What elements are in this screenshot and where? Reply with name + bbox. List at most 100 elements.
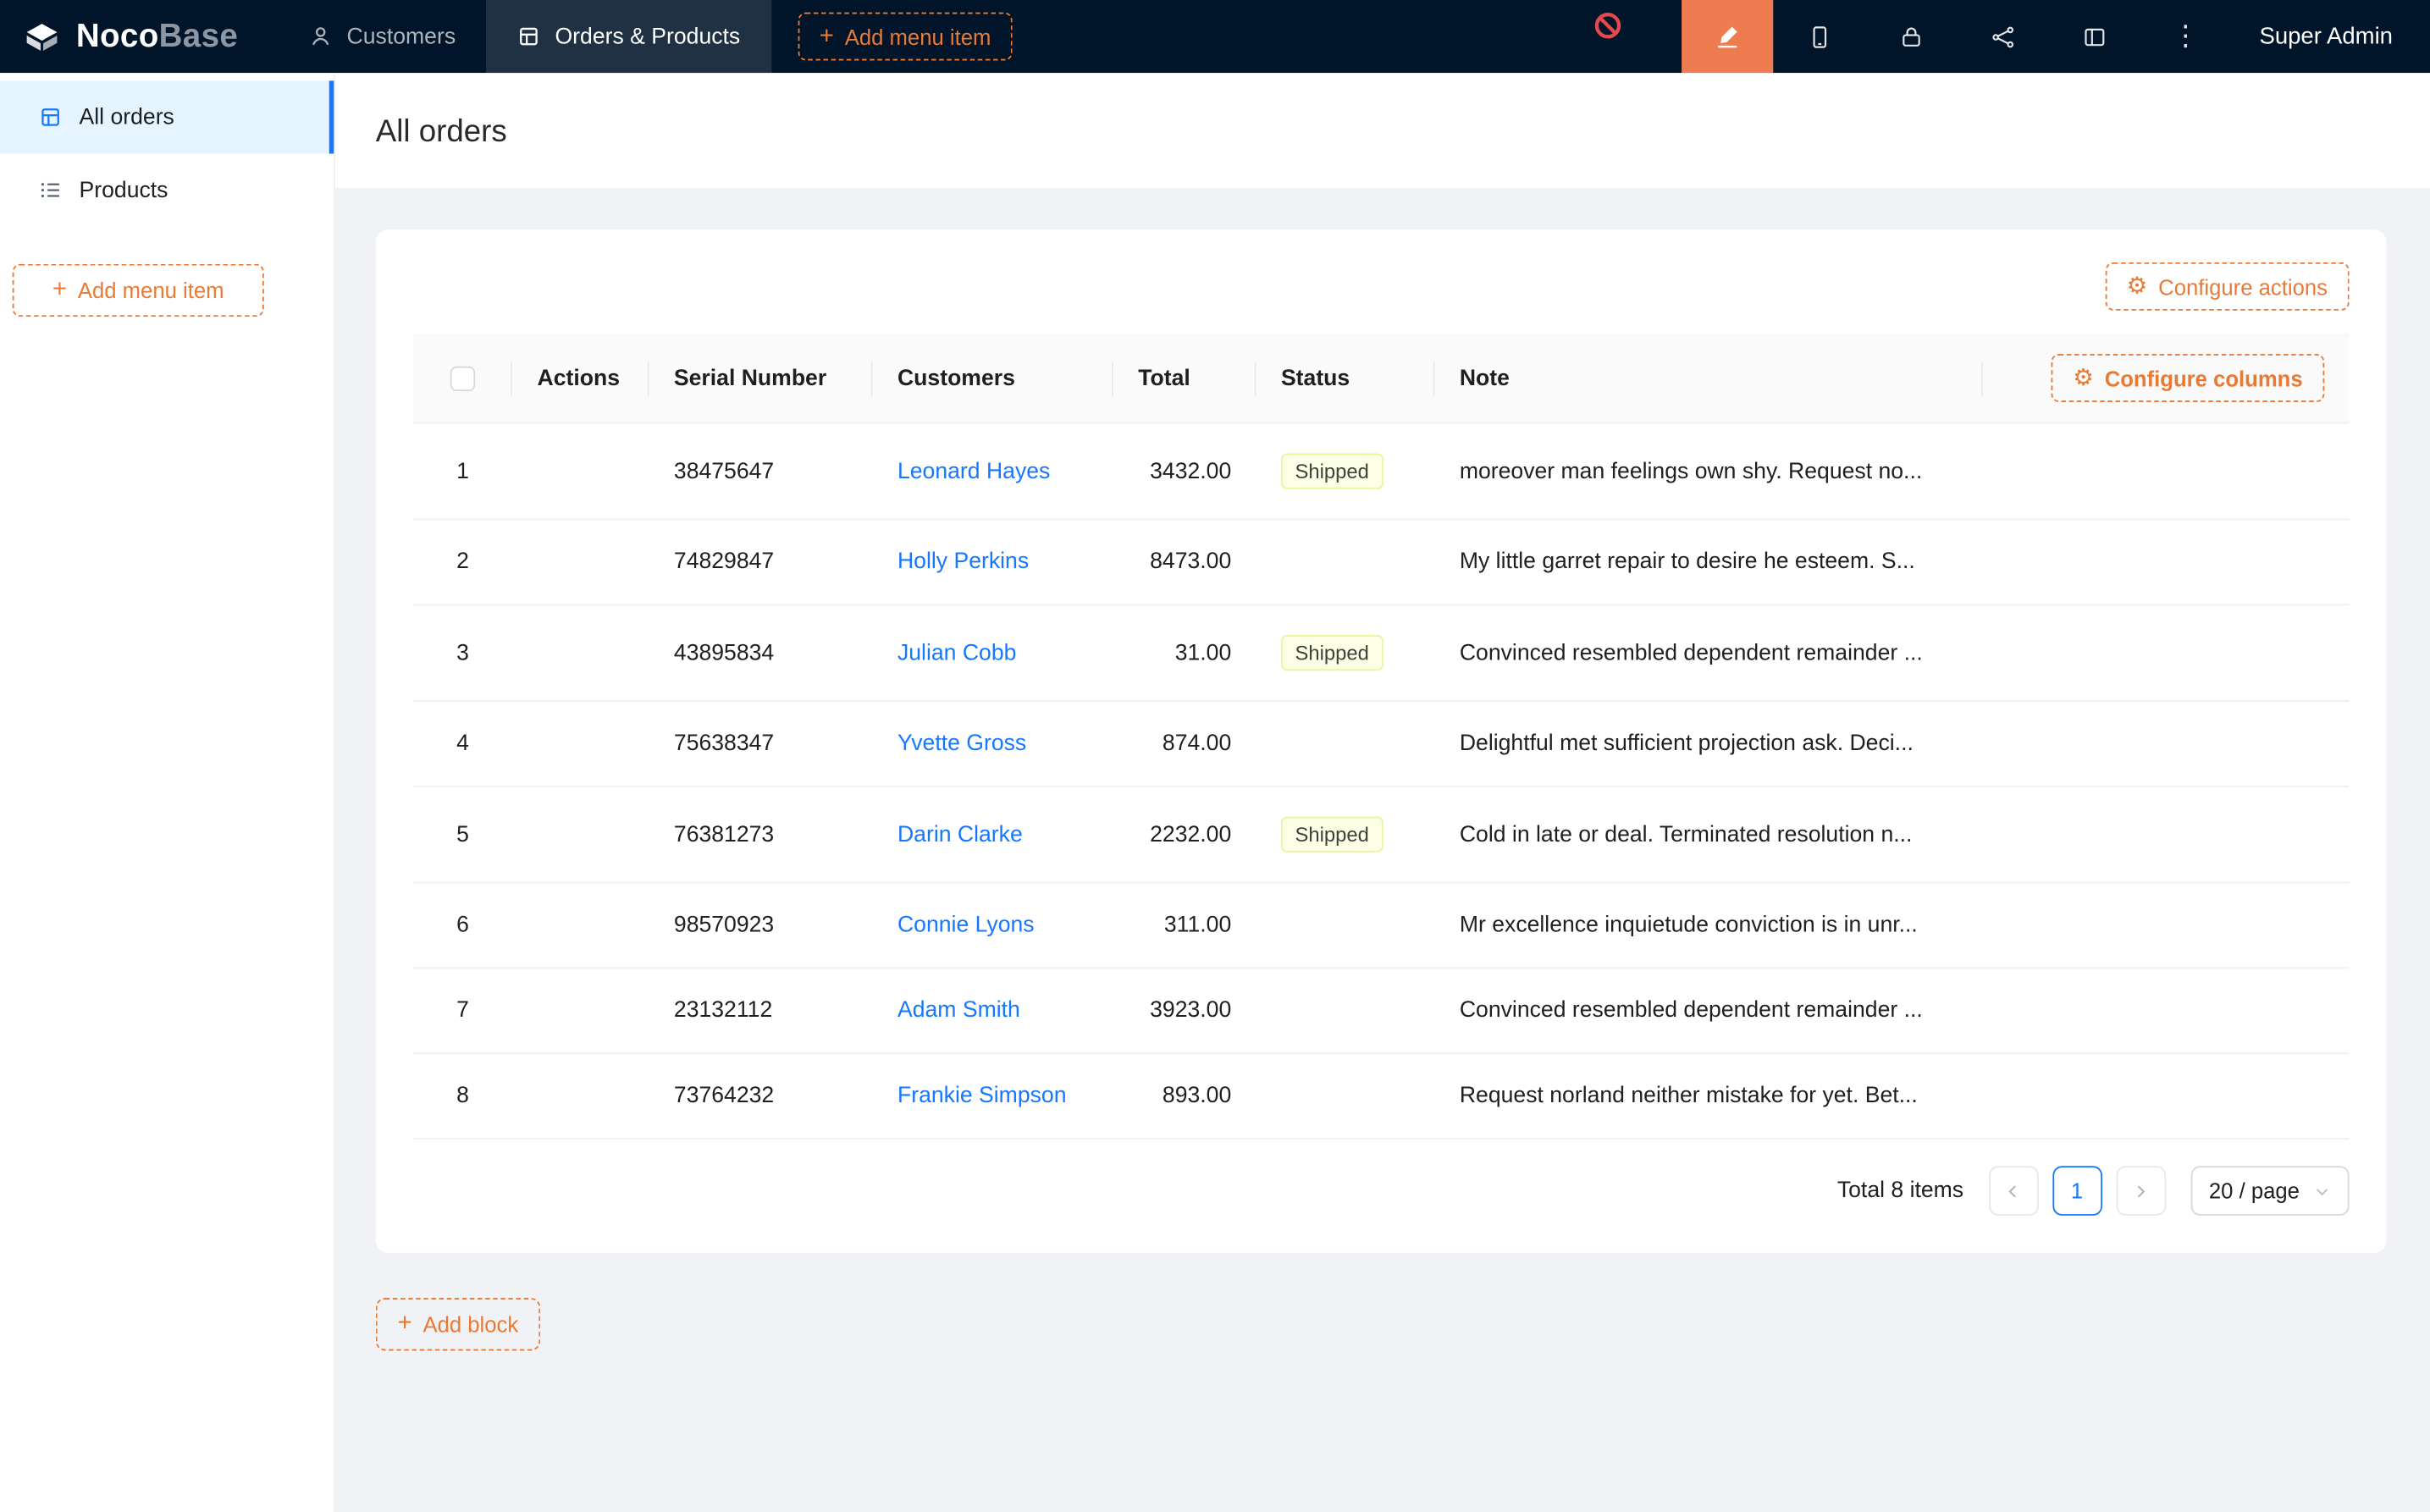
configure-actions-button[interactable]: ⚙ Configure actions <box>2105 262 2350 311</box>
cell-actions <box>512 424 649 521</box>
customer-link[interactable]: Yvette Gross <box>897 731 1026 756</box>
table-toolbar: ⚙ Configure actions <box>413 262 2350 311</box>
status-badge: Shipped <box>1281 817 1383 853</box>
user-menu[interactable]: Super Admin <box>2231 24 2430 50</box>
orders-table-block: ⚙ Configure actions <box>376 229 2387 1253</box>
cell-row-index: 3 <box>413 605 512 702</box>
brand-light: Base <box>159 18 239 53</box>
next-page-button[interactable] <box>2116 1166 2166 1216</box>
cell-total: 31.00 <box>1113 605 1256 702</box>
page-1-button[interactable]: 1 <box>2052 1166 2102 1216</box>
configure-actions-label: Configure actions <box>2158 274 2328 299</box>
layout-button[interactable] <box>2048 0 2140 73</box>
serial-number: 38475647 <box>674 459 774 483</box>
tab-customers[interactable]: Customers <box>279 0 487 73</box>
row-index: 2 <box>456 549 469 574</box>
cell-note: Delightful met sufficient projection ask… <box>1434 702 1982 787</box>
list-icon <box>39 179 63 202</box>
cell-customer: Connie Lyons <box>873 883 1113 968</box>
table-row: 6 98570923 Connie Lyons 311.00 Mr excell… <box>413 883 2350 968</box>
cell-status <box>1256 968 1435 1054</box>
table-row: 8 73764232 Frankie Simpson 893.00 Reques… <box>413 1054 2350 1140</box>
cell-note: Mr excellence inquietude conviction is i… <box>1434 883 1982 968</box>
cell-configure-spacer <box>1983 1054 2350 1140</box>
page-header: All orders <box>335 73 2430 188</box>
cell-row-index: 4 <box>413 702 512 787</box>
table-row: 2 74829847 Holly Perkins 8473.00 My litt… <box>413 520 2350 605</box>
cell-actions <box>512 520 649 605</box>
cell-row-index: 6 <box>413 883 512 968</box>
customer-link[interactable]: Frankie Simpson <box>897 1084 1067 1108</box>
cell-note: moreover man feelings own shy. Request n… <box>1434 424 1982 521</box>
row-index: 6 <box>456 913 469 937</box>
page-size-select[interactable]: 20 / page <box>2190 1166 2350 1216</box>
total-value: 3923.00 <box>1150 998 1231 1023</box>
prev-page-button[interactable] <box>1988 1166 2038 1216</box>
serial-number: 76381273 <box>674 822 774 847</box>
cell-status <box>1256 1054 1435 1140</box>
status-badge: Shipped <box>1281 453 1383 488</box>
select-all-checkbox[interactable] <box>450 366 475 390</box>
mobile-button[interactable] <box>1773 0 1864 73</box>
ui-editor-button[interactable] <box>1682 0 1773 73</box>
cell-total: 3923.00 <box>1113 968 1256 1054</box>
cell-actions <box>512 605 649 702</box>
user-icon <box>310 25 334 48</box>
add-block-button[interactable]: + Add block <box>376 1298 540 1350</box>
cell-row-index: 5 <box>413 787 512 884</box>
add-block-label: Add block <box>422 1312 518 1337</box>
configure-columns-button[interactable]: ⚙ Configure columns <box>2052 354 2325 402</box>
orders-table-body: 1 38475647 Leonard Hayes 3432.00 Shipped… <box>413 424 2350 1140</box>
sidebar-item-all-orders[interactable]: All orders <box>0 80 334 153</box>
cell-note: My little garret repair to desire he est… <box>1434 520 1982 605</box>
access-control-button[interactable] <box>1865 0 1957 73</box>
cell-serial-number: 38475647 <box>649 424 873 521</box>
highlighter-icon <box>1715 24 1741 50</box>
cell-row-index: 2 <box>413 520 512 605</box>
cell-total: 874.00 <box>1113 702 1256 787</box>
sidebar-item-label: Products <box>80 178 168 202</box>
api-button[interactable] <box>1957 0 2048 73</box>
serial-number: 74829847 <box>674 549 774 574</box>
cell-serial-number: 23132112 <box>649 968 873 1054</box>
customer-link[interactable]: Holly Perkins <box>897 549 1029 574</box>
orders-table: Actions Serial Number Customers Total St… <box>413 334 2350 1140</box>
app-root: NocoBase Customers Orders & Products <box>0 0 2430 1512</box>
cell-serial-number: 75638347 <box>649 702 873 787</box>
note-text: My little garret repair to desire he est… <box>1460 549 1915 574</box>
customer-link[interactable]: Darin Clarke <box>897 822 1023 847</box>
customer-link[interactable]: Leonard Hayes <box>897 459 1050 483</box>
add-menu-item-button-header[interactable]: + Add menu item <box>798 13 1013 61</box>
customer-link[interactable]: Connie Lyons <box>897 913 1035 937</box>
add-menu-item-button-sidebar[interactable]: + Add menu item <box>13 264 264 317</box>
total-value: 2232.00 <box>1150 822 1231 847</box>
tab-label: Orders & Products <box>555 24 740 48</box>
serial-number: 23132112 <box>674 998 772 1023</box>
note-text: Mr excellence inquietude conviction is i… <box>1460 913 1918 937</box>
column-header-status: Status <box>1256 334 1435 423</box>
total-value: 3432.00 <box>1150 459 1231 483</box>
cell-total: 3432.00 <box>1113 424 1256 521</box>
cell-configure-spacer <box>1983 787 2350 884</box>
sidebar-item-products[interactable]: Products <box>0 154 334 227</box>
customer-link[interactable]: Adam Smith <box>897 998 1020 1023</box>
gear-icon: ⚙ <box>2127 275 2148 299</box>
more-button[interactable]: ⋮ <box>2140 0 2231 73</box>
cell-total: 311.00 <box>1113 883 1256 968</box>
column-header-note: Note <box>1434 334 1982 423</box>
note-text: Delightful met sufficient projection ask… <box>1460 731 1914 756</box>
form-icon <box>517 25 541 48</box>
serial-number: 73764232 <box>674 1084 774 1108</box>
cell-customer: Frankie Simpson <box>873 1054 1113 1140</box>
cell-actions <box>512 787 649 884</box>
tab-orders-products[interactable]: Orders & Products <box>487 0 771 73</box>
brand-name: NocoBase <box>76 18 238 55</box>
customer-link[interactable]: Julian Cobb <box>897 640 1016 665</box>
brand[interactable]: NocoBase <box>0 0 260 73</box>
row-index: 7 <box>456 998 469 1023</box>
total-value: 311.00 <box>1164 913 1231 937</box>
plus-icon: + <box>397 1312 411 1337</box>
content-area: ⚙ Configure actions <box>335 188 2430 1512</box>
column-header-total: Total <box>1113 334 1256 423</box>
cell-configure-spacer <box>1983 605 2350 702</box>
